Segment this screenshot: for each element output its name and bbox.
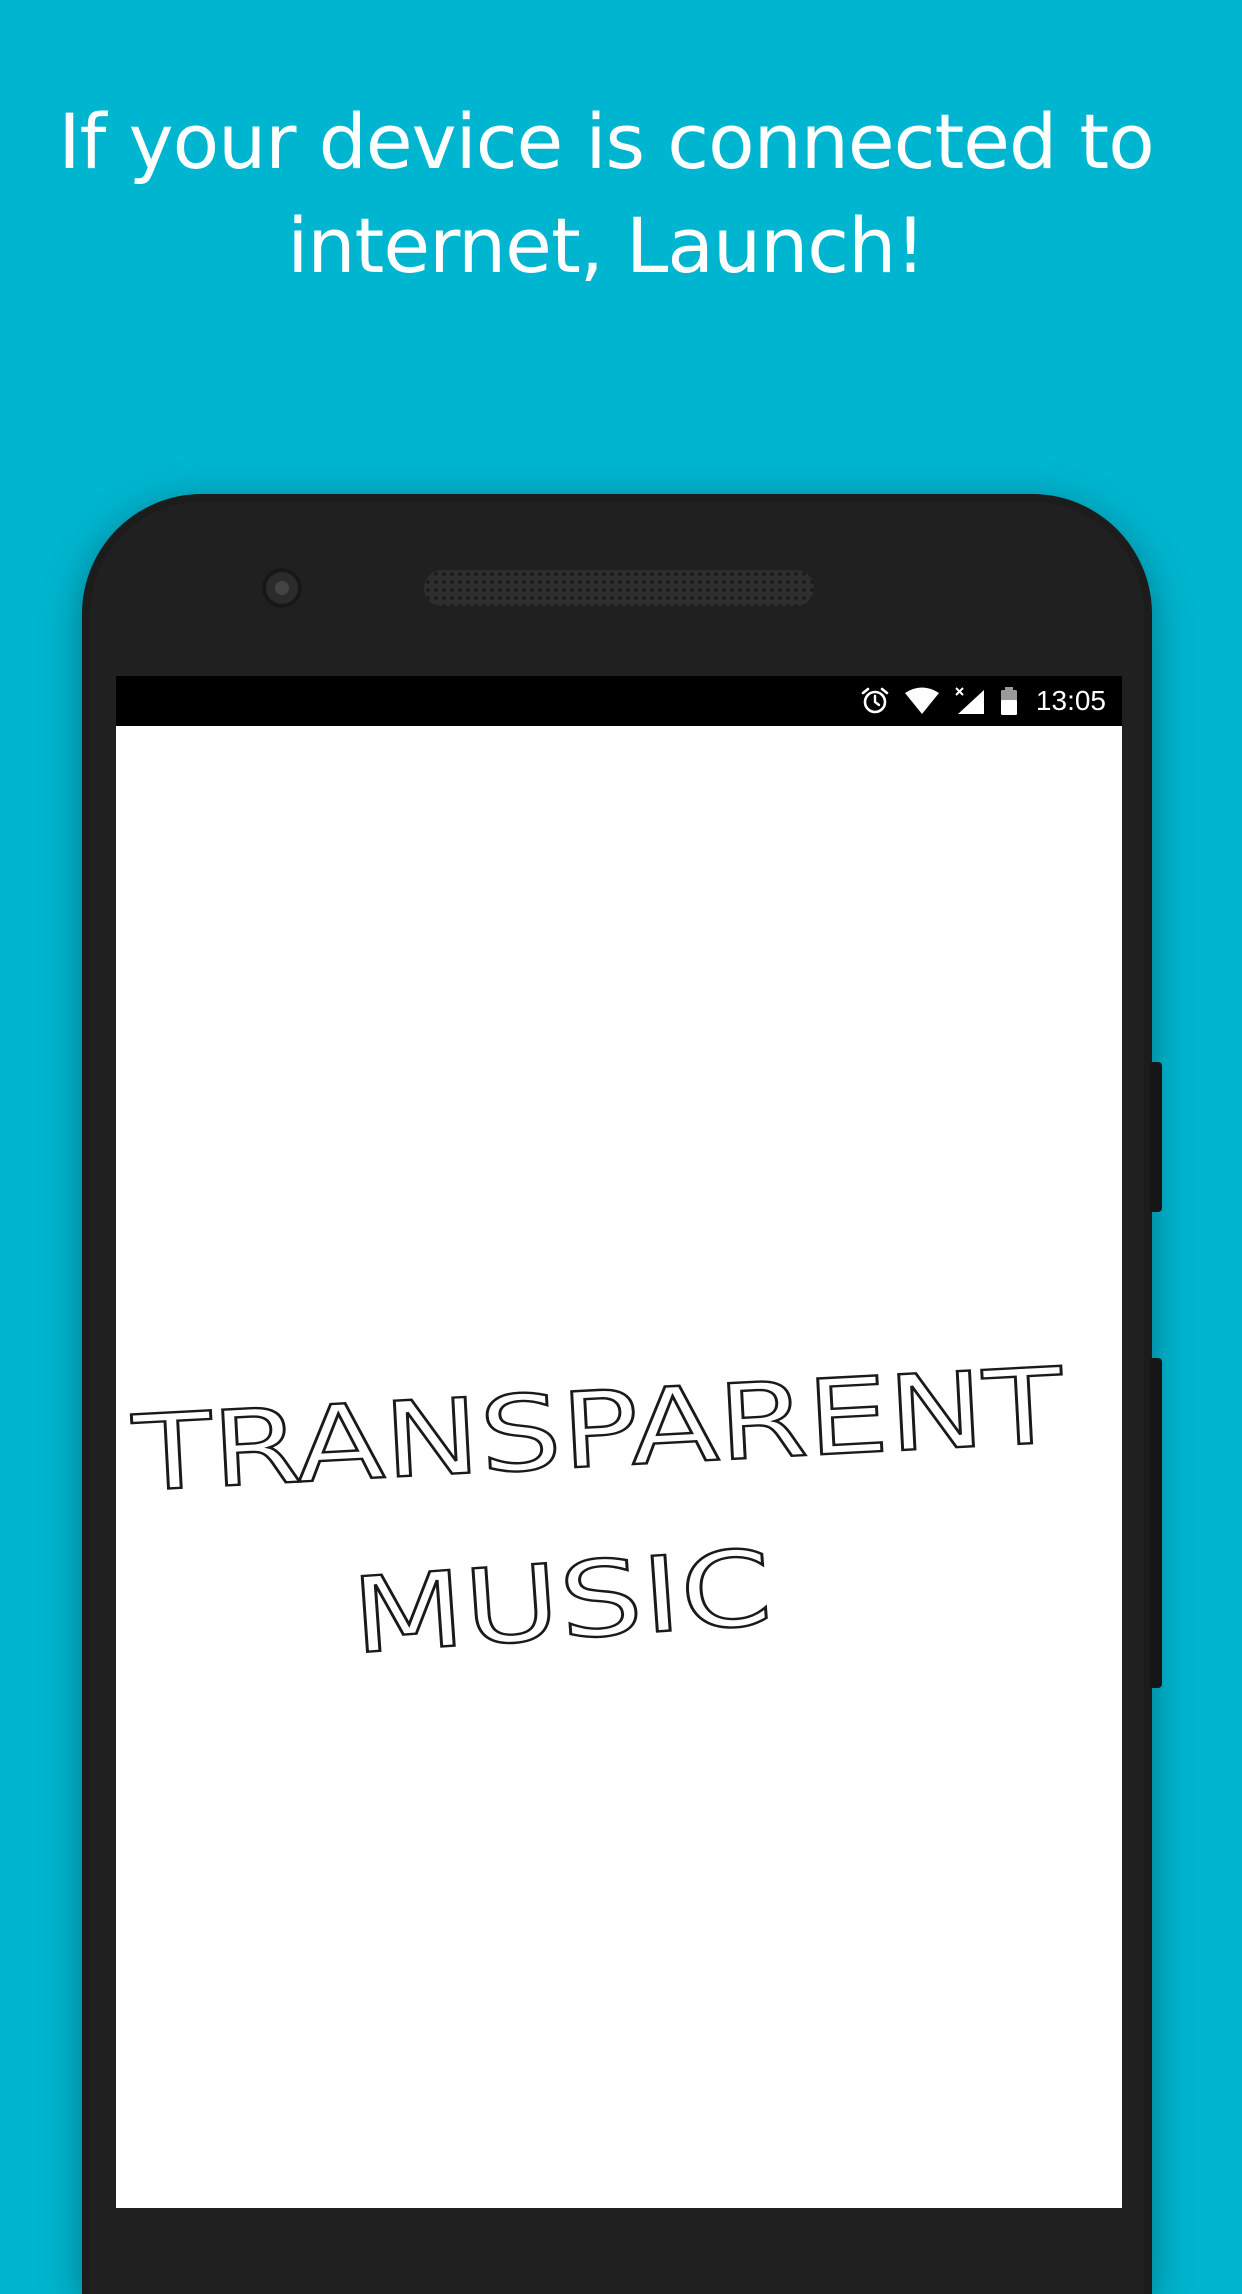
splash-title-line-2: MUSIC bbox=[348, 1527, 775, 1678]
status-bar: 13:05 bbox=[116, 676, 1122, 726]
headline-line-1: If your device is connected to bbox=[58, 97, 1154, 186]
splash-logo: TRANSPARENT MUSIC bbox=[128, 1343, 1067, 1678]
phone-screen: 13:05 TRANSPARENT MUSIC bbox=[116, 676, 1122, 2208]
headline-line-2: internet, Launch! bbox=[287, 201, 925, 290]
status-time: 13:05 bbox=[1035, 685, 1106, 716]
promo-headline: If your device is connected to internet,… bbox=[40, 90, 1172, 298]
status-icons: 13:05 bbox=[860, 676, 1106, 726]
splash-title-line-1: TRANSPARENT bbox=[129, 1345, 1066, 1516]
front-camera-icon bbox=[262, 568, 302, 608]
phone-volume-button bbox=[1150, 1358, 1162, 1688]
alarm-icon bbox=[861, 687, 889, 714]
phone-power-button bbox=[1150, 1062, 1162, 1212]
signal-icon bbox=[955, 687, 984, 714]
earpiece-speaker bbox=[424, 570, 814, 606]
wifi-icon bbox=[904, 687, 939, 714]
battery-icon bbox=[1000, 687, 1017, 715]
